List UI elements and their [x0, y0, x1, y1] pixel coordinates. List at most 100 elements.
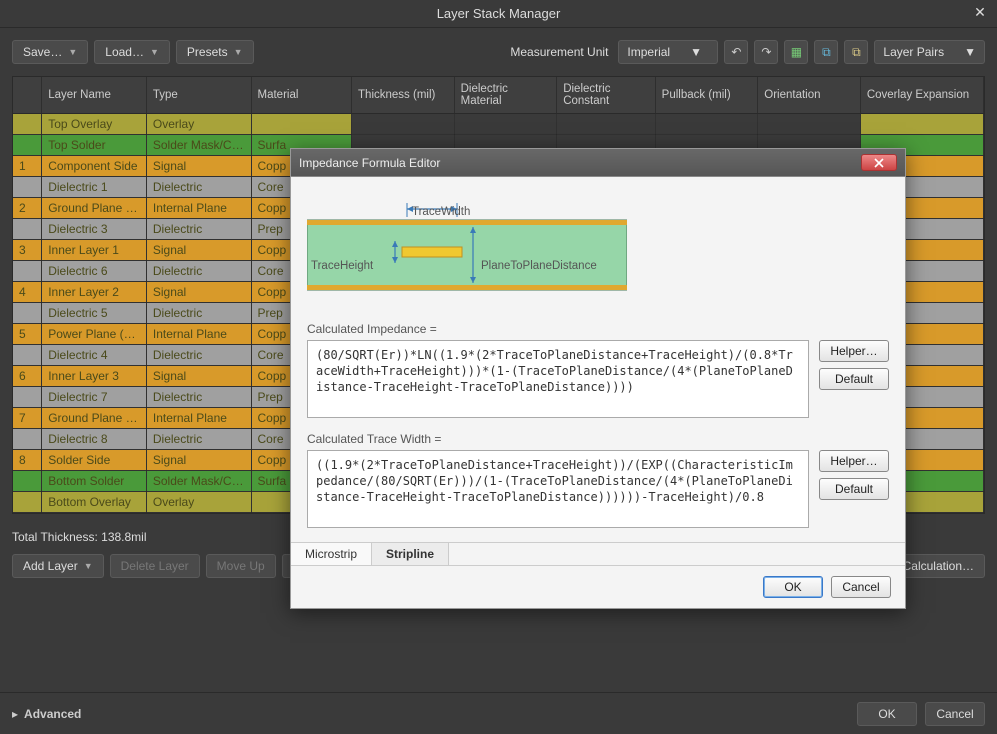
- column-header[interactable]: Dielectric Material: [454, 77, 557, 114]
- tab-microstrip[interactable]: Microstrip: [291, 543, 372, 565]
- table-cell[interactable]: Overlay: [146, 114, 251, 135]
- table-cell[interactable]: Dielectric: [146, 429, 251, 450]
- table-cell[interactable]: 4: [13, 282, 42, 303]
- table-cell[interactable]: Component Side: [42, 156, 147, 177]
- table-cell[interactable]: 6: [13, 366, 42, 387]
- column-header[interactable]: Thickness (mil): [352, 77, 455, 114]
- table-cell[interactable]: [454, 114, 557, 135]
- table-cell[interactable]: [352, 114, 455, 135]
- column-header[interactable]: [13, 77, 42, 114]
- calc-impedance-input[interactable]: (80/SQRT(Er))*LN((1.9*(2*TraceToPlaneDis…: [307, 340, 809, 418]
- table-row[interactable]: Top OverlayOverlay: [13, 114, 984, 135]
- table-cell[interactable]: Dielectric 3: [42, 219, 147, 240]
- table-cell[interactable]: Solder Mask/Co…: [146, 471, 251, 492]
- measurement-select[interactable]: Imperial▼: [618, 40, 718, 64]
- table-cell[interactable]: Signal: [146, 450, 251, 471]
- table-cell[interactable]: Dielectric 5: [42, 303, 147, 324]
- table-cell[interactable]: [655, 114, 758, 135]
- table-cell[interactable]: 8: [13, 450, 42, 471]
- table-cell[interactable]: Power Plane (VC…: [42, 324, 147, 345]
- table-cell[interactable]: Signal: [146, 366, 251, 387]
- table-cell[interactable]: [13, 261, 42, 282]
- dialog-ok-button[interactable]: OK: [763, 576, 823, 598]
- table-cell[interactable]: [13, 219, 42, 240]
- redo-icon[interactable]: ↷: [754, 40, 778, 64]
- table-cell[interactable]: Signal: [146, 240, 251, 261]
- table-cell[interactable]: 7: [13, 408, 42, 429]
- cancel-button[interactable]: Cancel: [925, 702, 985, 726]
- add-layer-button[interactable]: Add Layer▼: [12, 554, 104, 578]
- table-cell[interactable]: [557, 114, 655, 135]
- table-cell[interactable]: Internal Plane: [146, 324, 251, 345]
- column-header[interactable]: Material: [251, 77, 352, 114]
- impedance-helper-button[interactable]: Helper…: [819, 340, 889, 362]
- column-header[interactable]: Dielectric Constant: [557, 77, 655, 114]
- table-cell[interactable]: Dielectric 4: [42, 345, 147, 366]
- save-button[interactable]: Save…▼: [12, 40, 88, 64]
- table-cell[interactable]: [758, 114, 861, 135]
- table-cell[interactable]: Dielectric 8: [42, 429, 147, 450]
- table-cell[interactable]: Dielectric 1: [42, 177, 147, 198]
- table-cell[interactable]: 5: [13, 324, 42, 345]
- sheet-icon[interactable]: ▦: [784, 40, 808, 64]
- ok-button[interactable]: OK: [857, 702, 917, 726]
- table-cell[interactable]: Top Solder: [42, 135, 147, 156]
- table-cell[interactable]: Signal: [146, 156, 251, 177]
- table-cell[interactable]: Bottom Solder: [42, 471, 147, 492]
- table-cell[interactable]: Inner Layer 2: [42, 282, 147, 303]
- table-cell[interactable]: 2: [13, 198, 42, 219]
- table-cell[interactable]: Internal Plane: [146, 408, 251, 429]
- table-cell[interactable]: Bottom Overlay: [42, 492, 147, 513]
- table-cell[interactable]: Dielectric: [146, 261, 251, 282]
- table-cell[interactable]: 3: [13, 240, 42, 261]
- calc-width-input[interactable]: ((1.9*(2*TraceToPlaneDistance+TraceHeigh…: [307, 450, 809, 528]
- table-cell[interactable]: [13, 345, 42, 366]
- table-cell[interactable]: Solder Side: [42, 450, 147, 471]
- table-cell[interactable]: [13, 492, 42, 513]
- table-cell[interactable]: [13, 471, 42, 492]
- table-cell[interactable]: Dielectric 7: [42, 387, 147, 408]
- table-cell[interactable]: Dielectric: [146, 177, 251, 198]
- width-helper-button[interactable]: Helper…: [819, 450, 889, 472]
- table-cell[interactable]: [13, 114, 42, 135]
- table-cell[interactable]: Dielectric: [146, 345, 251, 366]
- impedance-default-button[interactable]: Default: [819, 368, 889, 390]
- table-cell[interactable]: [13, 135, 42, 156]
- table-cell[interactable]: [13, 303, 42, 324]
- advanced-toggle[interactable]: ▸ Advanced: [12, 707, 81, 721]
- table-cell[interactable]: Solder Mask/Co…: [146, 135, 251, 156]
- paste-icon[interactable]: ⧉: [844, 40, 868, 64]
- table-cell[interactable]: Ground Plane 1 …: [42, 198, 147, 219]
- table-cell[interactable]: Dielectric: [146, 387, 251, 408]
- table-cell[interactable]: [13, 429, 42, 450]
- dialog-cancel-button[interactable]: Cancel: [831, 576, 891, 598]
- table-cell[interactable]: 1: [13, 156, 42, 177]
- layer-pairs-select[interactable]: Layer Pairs▼: [874, 40, 985, 64]
- delete-layer-button[interactable]: Delete Layer: [110, 554, 200, 578]
- table-cell[interactable]: Inner Layer 3: [42, 366, 147, 387]
- column-header[interactable]: Layer Name: [42, 77, 147, 114]
- table-cell[interactable]: [13, 387, 42, 408]
- table-cell[interactable]: Dielectric: [146, 219, 251, 240]
- dialog-titlebar[interactable]: Impedance Formula Editor: [291, 149, 905, 177]
- column-header[interactable]: Orientation: [758, 77, 861, 114]
- undo-icon[interactable]: ↶: [724, 40, 748, 64]
- dialog-close-icon[interactable]: [861, 154, 897, 171]
- presets-button[interactable]: Presets▼: [176, 40, 254, 64]
- table-cell[interactable]: Ground Plane 2 …: [42, 408, 147, 429]
- close-icon[interactable]: ✕: [971, 4, 989, 22]
- column-header[interactable]: Pullback (mil): [655, 77, 758, 114]
- width-default-button[interactable]: Default: [819, 478, 889, 500]
- table-cell[interactable]: [13, 177, 42, 198]
- load-button[interactable]: Load…▼: [94, 40, 170, 64]
- column-header[interactable]: Coverlay Expansion: [860, 77, 983, 114]
- column-header[interactable]: Type: [146, 77, 251, 114]
- copy-icon[interactable]: ⧉: [814, 40, 838, 64]
- move-up-button[interactable]: Move Up: [206, 554, 276, 578]
- table-cell[interactable]: [860, 114, 983, 135]
- table-cell[interactable]: Dielectric 6: [42, 261, 147, 282]
- tab-stripline[interactable]: Stripline: [372, 543, 449, 565]
- table-cell[interactable]: Internal Plane: [146, 198, 251, 219]
- table-cell[interactable]: [251, 114, 352, 135]
- table-cell[interactable]: Dielectric: [146, 303, 251, 324]
